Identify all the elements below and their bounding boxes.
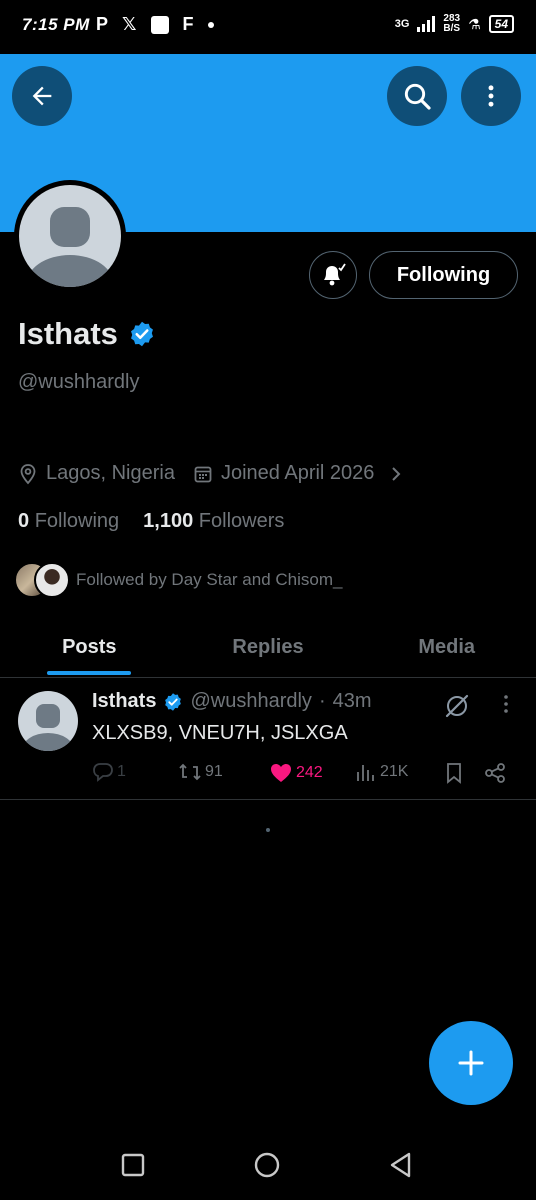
- reply-button[interactable]: 1: [92, 762, 126, 782]
- notifications-toggle-button[interactable]: [309, 251, 357, 299]
- display-name-row: Isthats: [18, 316, 156, 352]
- loading-indicator: [266, 828, 270, 832]
- nav-circle-icon: [254, 1152, 280, 1178]
- system-back-button[interactable]: [386, 1150, 416, 1180]
- post-actions: 1 91 242 21K: [92, 762, 512, 786]
- more-options-button[interactable]: [461, 66, 521, 126]
- repost-icon: [179, 763, 201, 781]
- profile-avatar[interactable]: [14, 180, 126, 292]
- post-header: Isthats @wushhardly · 43m: [92, 690, 372, 713]
- views-button[interactable]: 21K: [355, 762, 408, 782]
- search-button[interactable]: [387, 66, 447, 126]
- bookmark-icon: [447, 763, 461, 784]
- verified-badge-icon: [165, 692, 182, 711]
- post-avatar-icon[interactable]: [18, 691, 78, 751]
- speed-unit: B/S: [443, 23, 461, 34]
- x-app-icon: 𝕏: [122, 14, 137, 34]
- tab-media[interactable]: Media: [357, 618, 536, 677]
- network-speed: 283 B/S: [443, 14, 460, 34]
- compose-plus-icon: [458, 1050, 484, 1076]
- system-navigation-bar: [0, 1128, 536, 1200]
- grok-icon[interactable]: [443, 692, 471, 720]
- follower-avatar-2: [34, 562, 70, 598]
- verified-badge-icon[interactable]: [128, 320, 156, 348]
- following-count-link[interactable]: 0 Following: [18, 510, 119, 533]
- like-count: 242: [296, 764, 323, 781]
- follower-avatars: [14, 562, 72, 598]
- recent-apps-button[interactable]: [118, 1150, 148, 1180]
- back-arrow-icon: [32, 86, 52, 106]
- followers-label: Followers: [198, 510, 285, 532]
- following-button[interactable]: Following: [369, 251, 518, 299]
- reply-icon: [93, 763, 113, 782]
- notification-icons: P 𝕏 F: [96, 14, 214, 35]
- bookmark-button[interactable]: [443, 762, 465, 784]
- followers-count-link[interactable]: 1,100 Followers: [143, 510, 284, 533]
- like-button[interactable]: 242: [269, 762, 323, 784]
- followers-count: 1,100: [143, 510, 194, 532]
- status-bar: 7:15 PM P 𝕏 F 3G 283 B/S ⚗ 54: [0, 0, 536, 54]
- signal-icon: [417, 16, 436, 32]
- lab-icon: ⚗: [468, 15, 481, 32]
- active-tab-indicator: [47, 671, 131, 675]
- joined-text: Joined April 2026: [220, 462, 375, 484]
- repost-count: 91: [205, 763, 223, 780]
- profile-meta: Lagos, Nigeria Joined April 2026: [18, 462, 422, 485]
- views-icon: [357, 765, 374, 781]
- tab-posts[interactable]: Posts: [0, 618, 179, 677]
- more-vertical-icon: [488, 85, 494, 107]
- back-button[interactable]: [12, 66, 72, 126]
- followed-by-row[interactable]: Followed by Day Star and Chisom_: [14, 562, 342, 598]
- app-notification-icon: [150, 15, 169, 34]
- location: Lagos, Nigeria: [18, 462, 175, 485]
- share-button[interactable]: [483, 762, 507, 784]
- profile-tabs: Posts Replies Media: [0, 618, 536, 678]
- tab-replies[interactable]: Replies: [179, 618, 358, 677]
- follow-counts: 0 Following 1,100 Followers: [18, 510, 284, 533]
- post-author-handle: @wushhardly: [190, 690, 312, 712]
- view-count: 21K: [380, 763, 409, 780]
- p-app-icon: P: [96, 14, 109, 34]
- default-avatar-icon: [19, 185, 121, 287]
- following-count: 0: [18, 510, 30, 532]
- home-button[interactable]: [252, 1150, 282, 1180]
- post-author-name[interactable]: Isthats: [92, 690, 156, 713]
- battery-icon: 54: [488, 15, 514, 33]
- post-item[interactable]: Isthats @wushhardly · 43m XLXSB9, VNEU7H…: [0, 678, 536, 800]
- display-name: Isthats: [18, 316, 118, 351]
- post-text: XLXSB9, VNEU7H, JSLXGA: [92, 722, 348, 744]
- compose-post-button[interactable]: [429, 1021, 513, 1105]
- location-text: Lagos, Nigeria: [46, 462, 175, 484]
- more-notifications-icon: [207, 21, 214, 28]
- post-time: 43m: [332, 690, 372, 712]
- search-icon: [404, 83, 431, 110]
- status-indicators: 3G 283 B/S ⚗ 54: [395, 14, 514, 34]
- f-app-icon: F: [182, 14, 194, 34]
- post-more-icon[interactable]: [496, 692, 516, 716]
- reply-count: 1: [117, 763, 126, 780]
- bell-icon: [324, 263, 346, 286]
- nav-square-icon: [121, 1153, 145, 1177]
- chevron-right-icon: [392, 466, 401, 481]
- following-label: Following: [34, 510, 120, 532]
- calendar-icon: [194, 466, 212, 482]
- network-type: 3G: [394, 18, 410, 30]
- status-time: 7:15 PM: [22, 15, 90, 34]
- location-icon: [20, 463, 36, 484]
- heart-icon: [271, 764, 291, 782]
- share-icon: [485, 763, 505, 783]
- repost-button[interactable]: 91: [178, 762, 223, 782]
- joined-date[interactable]: Joined April 2026: [193, 462, 404, 485]
- profile-handle: @wushhardly: [18, 371, 140, 393]
- post-separator: ·: [318, 690, 326, 712]
- nav-back-icon: [390, 1152, 411, 1178]
- followed-by-text: Followed by Day Star and Chisom_: [76, 570, 343, 589]
